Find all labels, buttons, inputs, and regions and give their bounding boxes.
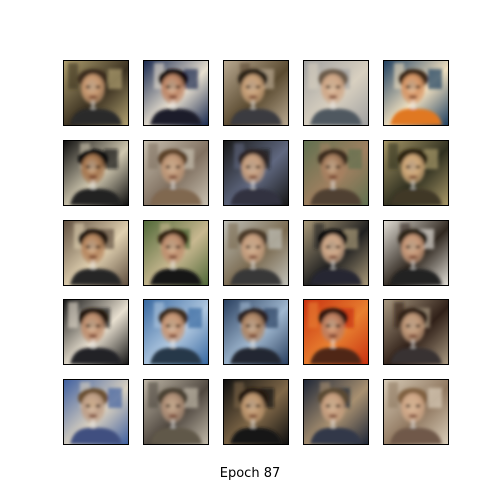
generated-sample-image xyxy=(63,140,129,206)
epoch-caption: Epoch 87 xyxy=(219,466,281,481)
generated-sample-image xyxy=(223,299,289,365)
generated-sample-image xyxy=(303,299,369,365)
generated-sample-image xyxy=(63,60,129,126)
sample-image-grid xyxy=(0,0,500,500)
generated-sample-image xyxy=(143,299,209,365)
generated-sample-image xyxy=(303,140,369,206)
generated-sample-image xyxy=(223,220,289,286)
generated-sample-image xyxy=(143,60,209,126)
generated-sample-image xyxy=(143,140,209,206)
generated-sample-image xyxy=(223,60,289,126)
generated-sample-image xyxy=(63,379,129,445)
generated-sample-image xyxy=(383,140,449,206)
generated-sample-image xyxy=(63,220,129,286)
generated-sample-image xyxy=(143,220,209,286)
generated-sample-image xyxy=(143,379,209,445)
generated-sample-image xyxy=(303,60,369,126)
generated-sample-image xyxy=(303,379,369,445)
generated-sample-image xyxy=(383,379,449,445)
generated-sample-image xyxy=(63,299,129,365)
generated-sample-image xyxy=(223,379,289,445)
generated-sample-image xyxy=(383,60,449,126)
generated-sample-image xyxy=(383,299,449,365)
generated-sample-image xyxy=(303,220,369,286)
generated-sample-image xyxy=(223,140,289,206)
generated-sample-image xyxy=(383,220,449,286)
